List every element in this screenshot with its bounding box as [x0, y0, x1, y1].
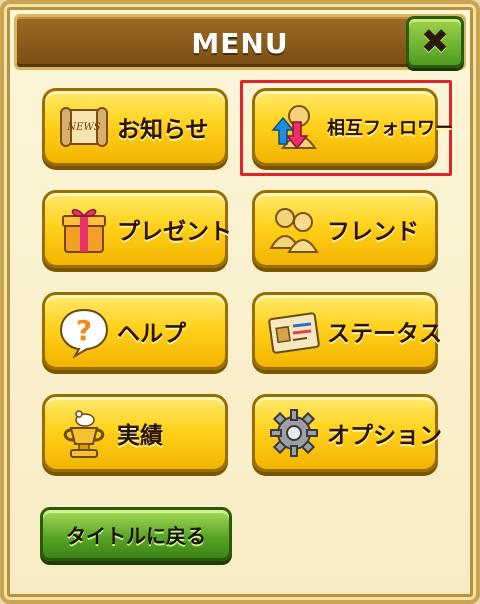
page-title: MENU [191, 27, 289, 60]
friends-icon [267, 202, 321, 256]
menu-header: MENU [14, 14, 466, 70]
gift-box-icon [57, 202, 111, 256]
mutual-follower-label: 相互フォロワー [327, 118, 453, 139]
option-label: オプション [327, 423, 442, 449]
mutual-follower-button[interactable]: 相互フォロワー [252, 88, 453, 166]
status-card-icon [267, 304, 321, 358]
news-scroll-icon: NEWS [57, 100, 111, 154]
close-button[interactable]: ✖ [406, 16, 464, 68]
achievement-button[interactable]: 実績 [42, 394, 228, 472]
trophy-icon [57, 406, 111, 460]
gear-icon [267, 406, 321, 460]
help-label: ヘルプ [117, 321, 186, 347]
status-button[interactable]: ステータス [252, 292, 442, 370]
friend-button[interactable]: フレンド [252, 190, 438, 268]
news-badge-text: NEWS [66, 122, 100, 133]
present-label: プレゼント [117, 219, 232, 245]
help-glyph: ? [76, 314, 92, 347]
help-button[interactable]: ? ヘルプ [42, 292, 228, 370]
close-icon: ✖ [420, 22, 450, 62]
achievement-label: 実績 [117, 423, 163, 449]
option-button[interactable]: オプション [252, 394, 442, 472]
news-label: お知らせ [117, 117, 209, 143]
friend-label: フレンド [327, 219, 419, 245]
news-button[interactable]: NEWS お知らせ [42, 88, 228, 166]
mutual-follower-icon [267, 100, 321, 154]
back-to-title-button[interactable]: タイトルに戻る [40, 507, 232, 561]
present-button[interactable]: プレゼント [42, 190, 232, 268]
back-to-title-label: タイトルに戻る [66, 523, 206, 548]
status-label: ステータス [327, 321, 442, 347]
help-bubble-icon: ? [57, 304, 111, 359]
